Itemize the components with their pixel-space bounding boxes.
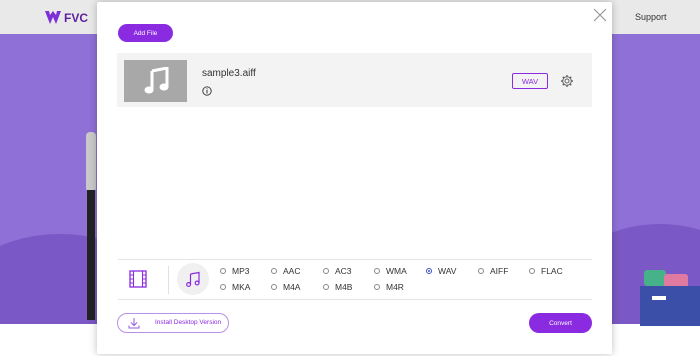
- format-option-label: AC3: [335, 266, 352, 276]
- format-option-mka[interactable]: MKA: [220, 282, 250, 292]
- radio-button[interactable]: [529, 268, 535, 274]
- tab-divider: [168, 266, 169, 294]
- radio-button[interactable]: [220, 284, 226, 290]
- output-format-button[interactable]: WAV: [512, 73, 548, 89]
- download-icon: [128, 318, 140, 329]
- format-option-label: MP3: [232, 266, 250, 276]
- fvc-logo-icon: [45, 11, 61, 24]
- format-option-label: WMA: [386, 266, 407, 276]
- radio-button[interactable]: [271, 268, 277, 274]
- brand-logo[interactable]: FVC: [44, 8, 88, 28]
- divider: [118, 299, 592, 300]
- install-desktop-label: Install Desktop Version: [155, 319, 222, 326]
- music-note-icon: [186, 271, 200, 287]
- background-box-illustration: [640, 270, 700, 326]
- format-option-label: M4B: [335, 282, 353, 292]
- close-icon[interactable]: [593, 8, 607, 22]
- radio-button[interactable]: [323, 284, 329, 290]
- radio-button[interactable]: [220, 268, 226, 274]
- format-option-label: AAC: [283, 266, 301, 276]
- music-note-icon: [144, 67, 168, 94]
- format-option-label: M4A: [283, 282, 301, 292]
- convert-button[interactable]: Convert: [529, 313, 592, 333]
- info-icon[interactable]: [202, 86, 212, 96]
- file-thumbnail: [124, 60, 187, 102]
- nav-support-link[interactable]: Support: [635, 12, 667, 22]
- brand-logo-text: FVC: [64, 11, 88, 25]
- radio-button[interactable]: [271, 284, 277, 290]
- add-file-button[interactable]: Add File: [118, 24, 173, 42]
- video-format-tab-icon[interactable]: [128, 269, 148, 289]
- radio-button-selected[interactable]: [426, 268, 432, 274]
- format-option-m4r[interactable]: M4R: [374, 282, 404, 292]
- format-option-ac3[interactable]: AC3: [323, 266, 352, 276]
- format-option-flac[interactable]: FLAC: [529, 266, 563, 276]
- install-desktop-button[interactable]: Install Desktop Version: [117, 313, 229, 333]
- format-option-label: M4R: [386, 282, 404, 292]
- divider: [118, 259, 592, 260]
- radio-button[interactable]: [478, 268, 484, 274]
- format-option-aiff[interactable]: AIFF: [478, 266, 508, 276]
- format-option-wav[interactable]: WAV: [426, 266, 456, 276]
- format-option-aac[interactable]: AAC: [271, 266, 300, 276]
- format-option-label: MKA: [232, 282, 251, 292]
- gear-icon[interactable]: [560, 74, 574, 88]
- format-option-label: WAV: [438, 266, 457, 276]
- format-option-mp3[interactable]: MP3: [220, 266, 249, 276]
- file-name: sample3.aiff: [202, 68, 256, 79]
- background-person-illustration: [86, 132, 96, 320]
- format-option-label: FLAC: [541, 266, 563, 276]
- format-option-label: AIFF: [490, 266, 509, 276]
- radio-button[interactable]: [374, 284, 380, 290]
- format-option-m4b[interactable]: M4B: [323, 282, 352, 292]
- format-option-wma[interactable]: WMA: [374, 266, 407, 276]
- audio-format-tab[interactable]: [177, 263, 209, 295]
- format-option-m4a[interactable]: M4A: [271, 282, 300, 292]
- radio-button[interactable]: [374, 268, 380, 274]
- radio-button[interactable]: [323, 268, 329, 274]
